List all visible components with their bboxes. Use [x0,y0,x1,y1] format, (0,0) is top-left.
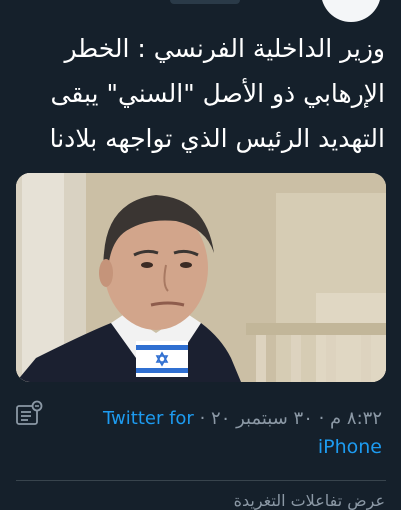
tweet-text: وزير الداخلية الفرنسي : الخطر الإرهابي ذ… [15,26,385,161]
tweet-timestamp-row: Twitter for ٨:٣٢ م · ٣٠ سبتمبر ٢٠ · [103,408,382,429]
top-strip [0,0,401,22]
tweet-meta: Twitter for ٨:٣٢ م · ٣٠ سبتمبر ٢٠ · iPho… [12,398,390,468]
analytics-icon[interactable] [14,400,44,428]
photo-illustration [16,173,386,382]
via-link[interactable]: Twitter for [103,408,194,429]
tweet-timestamp[interactable]: ٨:٣٢ م · ٣٠ سبتمبر ٢٠ · [200,408,382,429]
tweet-text-line-1: وزير الداخلية الفرنسي : الخطر [64,34,385,63]
tweet-activity-link[interactable]: عرض تفاعلات التغريدة [234,491,385,510]
divider [16,480,386,481]
tweet-text-line-2: الإرهابي ذو الأصل "السني" يبقى [50,79,385,108]
tweet-text-line-3: التهديد الرئيس الذي تواجهه بلادنا [49,124,385,153]
top-faint-bar [170,0,240,4]
avatar[interactable] [321,0,381,22]
via-link-continued[interactable]: iPhone [318,436,382,458]
tweet-media-photo[interactable] [16,173,386,382]
